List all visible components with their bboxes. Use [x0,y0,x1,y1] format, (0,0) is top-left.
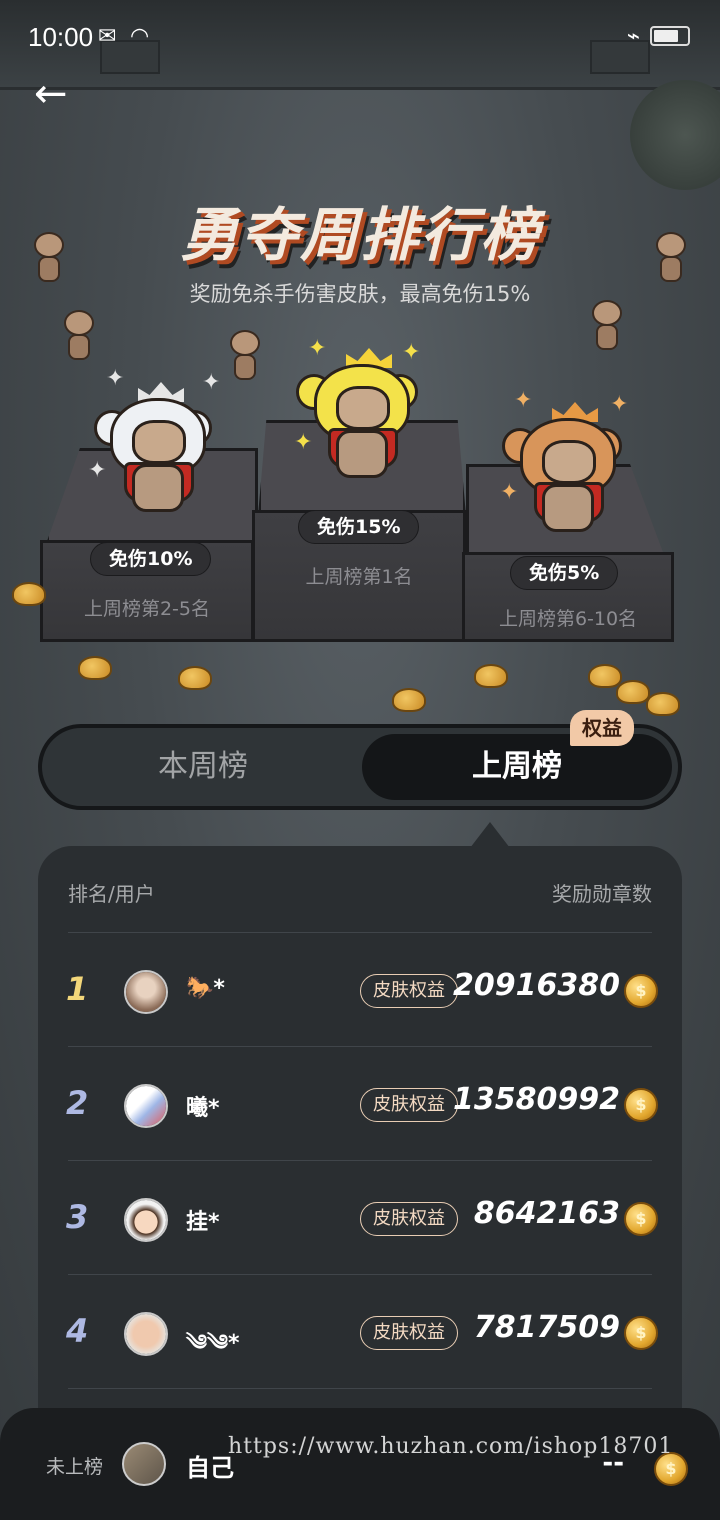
notification-icon: ✉ [98,24,117,49]
background-bush [630,80,720,190]
self-rank-bar: 未上榜 自己 -- $ [0,1408,720,1520]
benefit-badge: 权益 [570,710,634,746]
table-row[interactable]: 1 🐎* 皮肤权益 20916380 $ [38,934,682,1048]
user-name: 挂* [186,1210,220,1235]
self-name: 自己 [186,1454,234,1482]
watermark: https://www.huzhan.com/ishop18701 [228,1434,674,1459]
column-header-medals: 奖励勋章数 [552,882,652,906]
podium-third-badge: 免伤5% [510,556,619,590]
monkey-figure-icon [26,232,72,284]
divider [68,1046,652,1047]
medal-count: 13580992 [453,1082,620,1117]
status-time: 10:00 [28,22,94,52]
medal-count: 7817509 [473,1310,620,1345]
monkey-figure-icon [222,330,268,382]
self-avatar[interactable] [122,1442,166,1486]
monkey-figure-icon [56,310,102,362]
divider [68,1388,652,1389]
skin-benefit-tag: 皮肤权益 [360,1202,458,1236]
avatar[interactable] [124,970,168,1014]
coin-bag-icon [646,692,680,716]
skin-benefit-tag: 皮肤权益 [360,974,458,1008]
self-rank-status: 未上榜 [46,1456,104,1478]
leaderboard-tabs: 本周榜 上周榜 权益 [38,710,682,810]
status-bar: 10:00 ✉ ◠ ⌁ [0,0,720,72]
tab-this-week[interactable]: 本周榜 [48,734,358,800]
podium-first-caption: 上周榜第1名 [305,566,413,588]
coin-bag-icon [392,688,426,712]
medal-coin-icon: $ [624,1316,658,1350]
podium-second-badge: 免伤10% [90,542,212,576]
medal-count: 8642163 [473,1196,620,1231]
rank-number: 3 [66,1198,89,1236]
medal-coin-icon: $ [624,1202,658,1236]
vibrate-icon: ⌁ [626,24,640,49]
avatar[interactable] [124,1198,168,1242]
monkey-figure-icon [584,300,630,352]
monkey-figure-icon [648,232,694,284]
back-arrow-icon[interactable]: ← [34,74,68,114]
column-header-rank-user: 排名/用户 [68,882,155,906]
user-name: ༄༄* [186,1331,240,1356]
coin-bag-icon [588,664,622,688]
podium-first-badge: 免伤15% [298,510,420,544]
coin-bag-icon [78,656,112,680]
coin-bag-icon [12,582,46,606]
coin-bag-icon [474,664,508,688]
coin-bag-icon [616,680,650,704]
page-title: 勇夺周排行榜 [179,201,540,269]
table-row[interactable]: 4 ༄༄* 皮肤权益 7817509 $ [38,1276,682,1390]
coin-bag-icon [178,666,212,690]
medal-coin-icon: $ [624,974,658,1008]
podium-third-caption: 上周榜第6-10名 [498,608,638,630]
wifi-icon: ◠ [130,24,150,49]
divider [68,1160,652,1161]
avatar[interactable] [124,1084,168,1128]
rank-number: 4 [66,1312,89,1350]
medal-count: 20916380 [453,968,620,1003]
skin-benefit-tag: 皮肤权益 [360,1316,458,1350]
rank-number: 2 [66,1084,89,1122]
medal-coin-icon: $ [624,1088,658,1122]
podium-second-caption: 上周榜第2-5名 [83,598,211,620]
rank-number: 1 [66,970,89,1008]
table-row[interactable]: 3 挂* 皮肤权益 8642163 $ [38,1162,682,1276]
table-row[interactable]: 2 曦* 皮肤权益 13580992 $ [38,1048,682,1162]
user-name: 曦* [186,1096,220,1121]
divider [68,932,652,933]
battery-icon [650,26,690,46]
avatar[interactable] [124,1312,168,1356]
user-name: 🐎* [186,976,225,1001]
tab-pointer [470,822,510,848]
skin-benefit-tag: 皮肤权益 [360,1088,458,1122]
divider [68,1274,652,1275]
